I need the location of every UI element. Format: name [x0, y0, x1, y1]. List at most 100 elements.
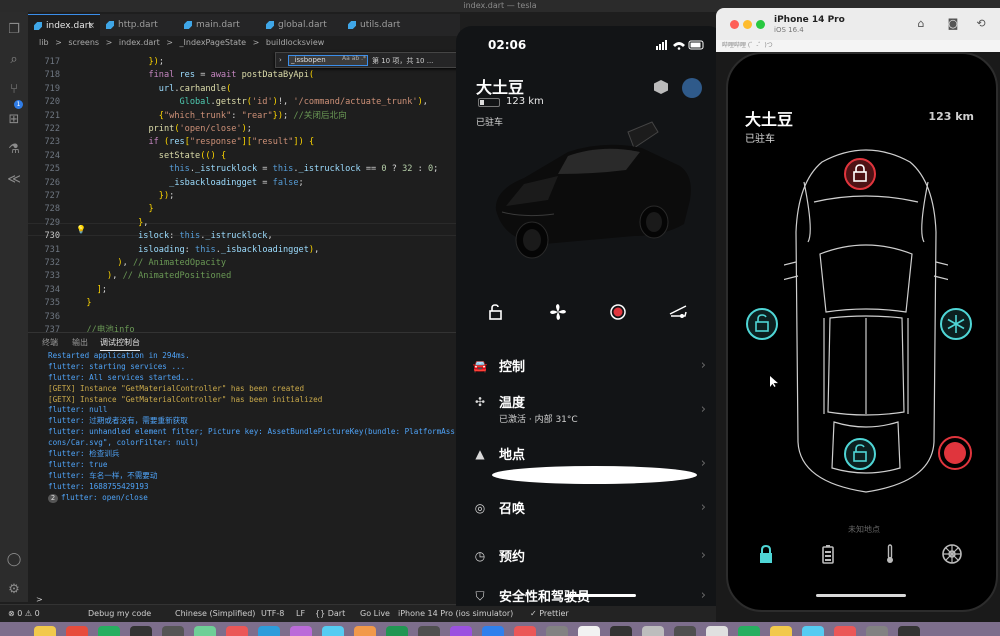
trunk-icon[interactable] [668, 302, 688, 322]
panel-tab-output[interactable]: 输出 [72, 337, 88, 348]
code-line[interactable]: 737 //电池info [28, 324, 460, 332]
dock-app-icon[interactable] [514, 626, 536, 636]
dock-app-icon[interactable] [898, 626, 920, 636]
code-line[interactable]: 729 }, [28, 217, 460, 230]
rotate-icon[interactable]: ⟲ [974, 17, 988, 31]
record-icon[interactable] [608, 302, 628, 322]
code-line[interactable]: 736 [28, 311, 460, 324]
dock-app-icon[interactable] [98, 626, 120, 636]
home-icon[interactable]: ⌂ [914, 17, 928, 31]
zoom-window-button[interactable] [756, 20, 765, 29]
dock-app-icon[interactable] [162, 626, 184, 636]
tab-index-dart[interactable]: index.dart × [28, 14, 100, 36]
close-icon[interactable]: × [87, 15, 95, 37]
debug-my-code[interactable]: Debug my code [88, 605, 151, 623]
language-mode[interactable]: {} Dart [315, 605, 345, 623]
trunk-unlock-button[interactable] [844, 438, 876, 470]
code-line[interactable]: 719 url.carhandle( [28, 83, 460, 96]
dock-app-icon[interactable] [66, 626, 88, 636]
code-line[interactable]: 724 setState(() { [28, 150, 460, 163]
breadcrumb-item[interactable]: lib [39, 38, 49, 47]
code-line[interactable]: 728 } [28, 203, 460, 216]
breadcrumb-item[interactable]: _IndexPageState [180, 38, 247, 47]
dock-app-icon[interactable] [770, 626, 792, 636]
code-line[interactable]: 720 Global.getstr('id')!, '/command/actu… [28, 96, 460, 109]
avatar[interactable] [682, 78, 702, 98]
menu-item-summon[interactable]: ◎ 召唤 › [470, 498, 710, 544]
dock-app-icon[interactable] [130, 626, 152, 636]
dock-app-icon[interactable] [834, 626, 856, 636]
testing-icon[interactable]: ⚗ [6, 142, 22, 158]
code-line[interactable]: 732 ), // AnimatedOpacity [28, 257, 460, 270]
unlock-button[interactable] [746, 308, 778, 340]
dock-app-icon[interactable] [610, 626, 632, 636]
tab-global-dart[interactable]: global.dart [260, 14, 342, 36]
minimize-window-button[interactable] [743, 20, 752, 29]
code-line[interactable]: 733 ), // AnimatedPositioned [28, 270, 460, 283]
code-line[interactable]: 721 {"which_trunk": "rear"}); //关闭后北向 [28, 110, 460, 123]
problems-indicator[interactable]: ⊗ 0 ⚠ 0 [8, 605, 40, 623]
dock-app-icon[interactable] [418, 626, 440, 636]
code-line[interactable]: 727 }); [28, 190, 460, 203]
prettier-status[interactable]: ✓ Prettier [530, 605, 569, 623]
dock-app-icon[interactable] [386, 626, 408, 636]
dock-app-icon[interactable] [866, 626, 888, 636]
tab-http-dart[interactable]: http.dart [100, 14, 178, 36]
tab-utils-dart[interactable]: utils.dart [342, 14, 422, 36]
flutter-icon[interactable]: ≪ [6, 172, 22, 188]
code-line[interactable]: 722 print('open/close'); [28, 123, 460, 136]
account-icon[interactable]: ◯ [6, 552, 22, 568]
dock-app-icon[interactable] [706, 626, 728, 636]
code-line[interactable]: 725 this._istrucklock = this._istruckloc… [28, 163, 460, 176]
tab-battery-icon[interactable] [816, 542, 840, 566]
device-selector[interactable]: iPhone 14 Pro (ios simulator) [398, 605, 513, 623]
unlock-icon[interactable] [486, 302, 506, 322]
close-window-button[interactable] [730, 20, 739, 29]
tab-thermometer-icon[interactable] [878, 542, 902, 566]
source-control-icon[interactable]: ⑂ [6, 82, 22, 98]
tab-lock-icon[interactable] [754, 542, 778, 566]
language-indicator[interactable]: Chinese (Simplified) [175, 605, 255, 623]
dock-app-icon[interactable] [738, 626, 760, 636]
panel-tab-debug-console[interactable]: 调试控制台 [100, 337, 140, 351]
dock-app-icon[interactable] [450, 626, 472, 636]
breadcrumb-item[interactable]: screens [68, 38, 99, 47]
settings-gear-icon[interactable]: ⚙ [6, 582, 22, 598]
dock-app-icon[interactable] [258, 626, 280, 636]
record-button[interactable] [938, 436, 972, 470]
dock-app-icon[interactable] [226, 626, 248, 636]
explorer-icon[interactable]: ❐ [6, 22, 22, 38]
code-line[interactable]: 734 ]; [28, 284, 460, 297]
tab-wheel-icon[interactable] [940, 542, 964, 566]
dock-app-icon[interactable] [674, 626, 696, 636]
dock-app-icon[interactable] [290, 626, 312, 636]
dock-app-icon[interactable] [322, 626, 344, 636]
code-line[interactable]: 731 isloading: this._isbackloadingget), [28, 244, 460, 257]
go-live-button[interactable]: Go Live [360, 605, 390, 623]
code-line[interactable]: 735 } [28, 297, 460, 310]
code-line[interactable]: 730 islock: this._istrucklock, [28, 230, 460, 243]
code-line[interactable]: 726 _isbackloadingget = false; [28, 177, 460, 190]
3d-cube-icon[interactable] [654, 80, 668, 94]
eol-indicator[interactable]: LF [296, 605, 305, 623]
dock-app-icon[interactable] [642, 626, 664, 636]
dock-app-icon[interactable] [546, 626, 568, 636]
dock-app-icon[interactable] [482, 626, 504, 636]
dock-app-icon[interactable] [802, 626, 824, 636]
dock-app-icon[interactable] [34, 626, 56, 636]
find-options[interactable]: Aa ab .* [342, 55, 366, 62]
console-prompt[interactable]: > [36, 595, 43, 604]
extensions-icon[interactable]: ⊞ [6, 112, 22, 128]
dock-app-icon[interactable] [578, 626, 600, 636]
code-line[interactable]: 718 final res = await postDataByApi( [28, 69, 460, 82]
dock-app-icon[interactable] [194, 626, 216, 636]
encoding-indicator[interactable]: UTF-8 [261, 605, 284, 623]
dock-app-icon[interactable] [354, 626, 376, 636]
snowflake-button[interactable] [940, 308, 972, 340]
screenshot-icon[interactable]: ◙ [946, 17, 960, 31]
menu-item-climate[interactable]: ✣ 温度 已激活 · 内部 31°C › [470, 392, 710, 438]
breadcrumb-item[interactable]: index.dart [119, 38, 160, 47]
code-editor[interactable]: 💡 717 }); 718 final res = await postDataB… [28, 52, 460, 332]
search-icon[interactable]: ⌕ [6, 52, 22, 68]
code-line[interactable]: 723 if (res["response"]["result"]) { [28, 136, 460, 149]
